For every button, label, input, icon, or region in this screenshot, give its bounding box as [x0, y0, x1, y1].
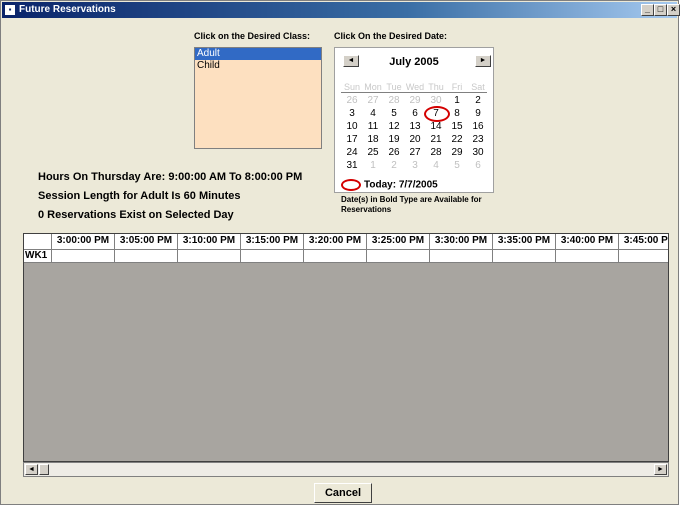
session-length-text: Session Length for Adult Is 60 Minutes	[38, 190, 241, 202]
weekday-header: Sun	[343, 82, 360, 92]
calendar-month-title: July 2005	[389, 56, 439, 68]
calendar-day[interactable]: 23	[467, 133, 489, 146]
calendar-day[interactable]: 31	[341, 159, 363, 172]
today-circle-icon	[341, 179, 361, 191]
calendar-day[interactable]: 5	[446, 159, 468, 172]
title-bar: ▪ Future Reservations _ □ ×	[2, 2, 680, 18]
class-listbox[interactable]: Adult Child	[194, 47, 322, 149]
class-option-child[interactable]: Child	[195, 60, 321, 72]
calendar-day[interactable]: 29	[404, 94, 426, 107]
calendar-day[interactable]: 2	[383, 159, 405, 172]
future-reservations-window: ▪ Future Reservations _ □ × Click on the…	[0, 0, 680, 505]
calendar-day[interactable]: 26	[383, 146, 405, 159]
calendar-day[interactable]: 9	[467, 107, 489, 120]
schedule-slot-cell[interactable]	[493, 250, 556, 263]
calendar-day[interactable]: 25	[362, 146, 384, 159]
calendar-day[interactable]: 27	[404, 146, 426, 159]
calendar-day[interactable]: 29	[446, 146, 468, 159]
schedule-slot-cell[interactable]	[241, 250, 304, 263]
horizontal-scrollbar[interactable]: ◄ ►	[23, 462, 669, 477]
scroll-left-button[interactable]: ◄	[25, 464, 38, 475]
schedule-slot-cell[interactable]	[619, 250, 668, 263]
calendar-day[interactable]: 21	[425, 133, 447, 146]
weekday-header: Sat	[471, 82, 485, 92]
calendar-day[interactable]: 26	[341, 94, 363, 107]
calendar-day[interactable]: 3	[404, 159, 426, 172]
calendar-divider	[341, 92, 487, 93]
calendar-day[interactable]: 10	[341, 120, 363, 133]
calendar-day[interactable]: 27	[362, 94, 384, 107]
time-column-header[interactable]: 3:20:00 PM	[304, 234, 367, 250]
calendar-day[interactable]: 4	[362, 107, 384, 120]
window-title: Future Reservations	[19, 4, 116, 15]
schedule-slot-cell[interactable]	[304, 250, 367, 263]
availability-note: Date(s) in Bold Type are Available for R…	[341, 195, 482, 214]
hours-text: Hours On Thursday Are: 9:00:00 AM To 8:0…	[38, 171, 303, 183]
month-calendar: ◄ July 2005 ► Sun Mon Tue Wed Thu Fri Sat 26 27…	[334, 47, 494, 193]
calendar-day[interactable]: 3	[341, 107, 363, 120]
selected-day-circle	[424, 106, 450, 122]
today-label: Today: 7/7/2005	[364, 179, 438, 191]
time-column-header[interactable]: 3:30:00 PM	[430, 234, 493, 250]
today-indicator[interactable]: Today: 7/7/2005	[341, 179, 438, 191]
calendar-day[interactable]: 6	[404, 107, 426, 120]
class-option-adult[interactable]: Adult	[195, 48, 321, 60]
maximize-button[interactable]: □	[654, 4, 667, 16]
calendar-day[interactable]: 16	[467, 120, 489, 133]
cancel-button[interactable]: Cancel	[314, 483, 372, 503]
calendar-day[interactable]: 15	[446, 120, 468, 133]
calendar-day[interactable]: 28	[383, 94, 405, 107]
time-column-header[interactable]: 3:45:00 PM	[619, 234, 668, 250]
schedule-slot-cell[interactable]	[367, 250, 430, 263]
weekday-header: Tue	[386, 82, 402, 92]
calendar-day[interactable]: 19	[383, 133, 405, 146]
time-column-header[interactable]: 3:05:00 PM	[115, 234, 178, 250]
row-header[interactable]: WK1	[24, 250, 52, 263]
time-column-header[interactable]: 3:15:00 PM	[241, 234, 304, 250]
calendar-day[interactable]: 17	[341, 133, 363, 146]
calendar-day[interactable]: 22	[446, 133, 468, 146]
schedule-slot-cell[interactable]	[52, 250, 115, 263]
calendar-day[interactable]: 30	[467, 146, 489, 159]
schedule-slot-cell[interactable]	[178, 250, 241, 263]
reservations-count-text: 0 Reservations Exist on Selected Day	[38, 209, 234, 221]
calendar-day[interactable]: 18	[362, 133, 384, 146]
grid-corner-cell[interactable]	[24, 234, 52, 250]
time-column-header[interactable]: 3:35:00 PM	[493, 234, 556, 250]
weekday-header: Thu	[428, 82, 444, 92]
calendar-day[interactable]: 5	[383, 107, 405, 120]
schedule-slot-cell[interactable]	[556, 250, 619, 263]
scroll-thumb[interactable]	[39, 464, 49, 475]
weekday-header: Mon	[364, 82, 382, 92]
next-month-button[interactable]: ►	[475, 55, 491, 67]
calendar-day[interactable]: 24	[341, 146, 363, 159]
schedule-slot-cell[interactable]	[115, 250, 178, 263]
schedule-grid[interactable]: 3:00:00 PM 3:05:00 PM 3:10:00 PM 3:15:00 PM…	[23, 233, 669, 462]
calendar-day[interactable]: 2	[467, 94, 489, 107]
time-column-header[interactable]: 3:25:00 PM	[367, 234, 430, 250]
scroll-right-button[interactable]: ►	[654, 464, 667, 475]
calendar-day[interactable]: 1	[362, 159, 384, 172]
weekday-header: Wed	[405, 82, 425, 92]
calendar-day[interactable]: 1	[446, 94, 468, 107]
calendar-day[interactable]: 6	[467, 159, 489, 172]
schedule-slot-cell[interactable]	[430, 250, 493, 263]
date-label: Click On the Desired Date:	[334, 31, 448, 41]
calendar-day[interactable]: 11	[362, 120, 384, 133]
calendar-day[interactable]: 12	[383, 120, 405, 133]
calendar-day[interactable]: 20	[404, 133, 426, 146]
class-label: Click on the Desired Class:	[194, 31, 311, 41]
calendar-day[interactable]: 13	[404, 120, 426, 133]
calendar-day[interactable]: 4	[425, 159, 447, 172]
time-column-header[interactable]: 3:00:00 PM	[52, 234, 115, 250]
app-icon: ▪	[5, 5, 15, 15]
time-column-header[interactable]: 3:10:00 PM	[178, 234, 241, 250]
minimize-button[interactable]: _	[641, 4, 654, 16]
time-column-header[interactable]: 3:40:00 PM	[556, 234, 619, 250]
weekday-header: Fri	[451, 82, 463, 92]
calendar-day[interactable]: 28	[425, 146, 447, 159]
close-button[interactable]: ×	[667, 4, 680, 16]
